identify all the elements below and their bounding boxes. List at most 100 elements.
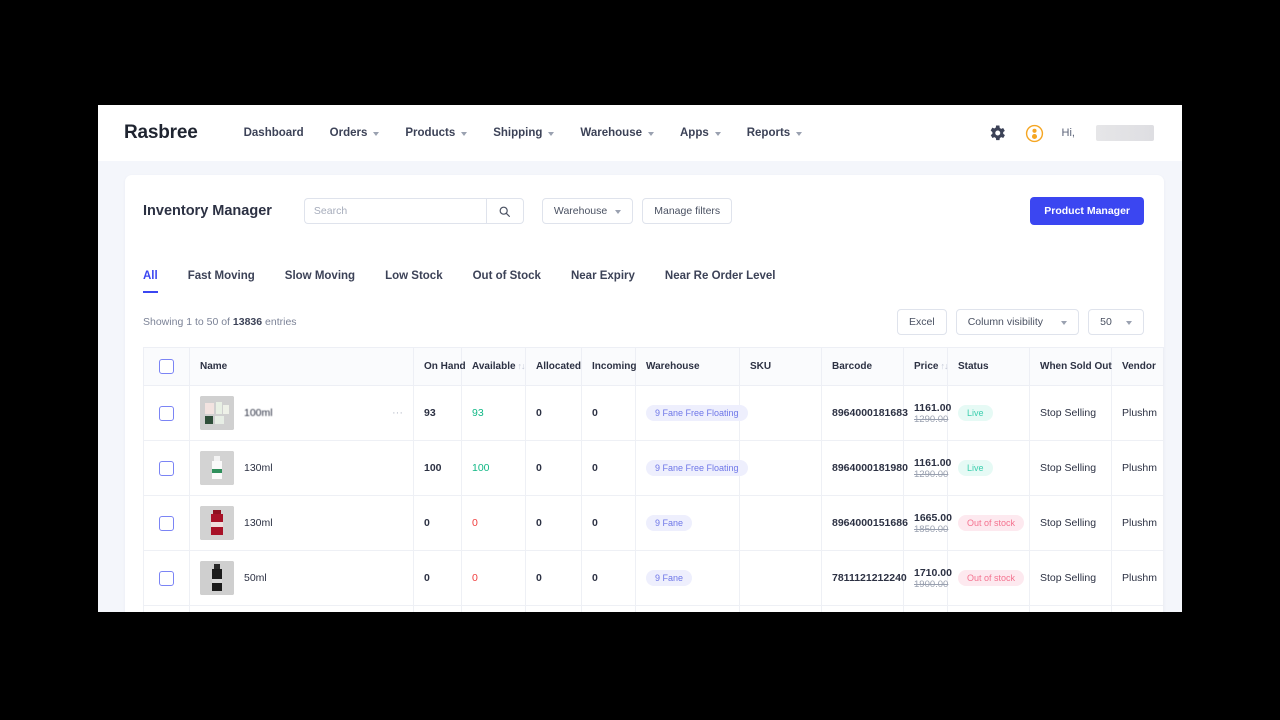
tab-out-of-stock[interactable]: Out of Stock — [473, 270, 541, 293]
price-cell: 1161.001290.00 — [904, 386, 948, 441]
nav-label: Products — [405, 127, 455, 139]
table-header: Name On Hand Available↑↓ Allocated Incom… — [144, 348, 1164, 386]
table-scroll-area[interactable]: Name On Hand Available↑↓ Allocated Incom… — [125, 347, 1164, 612]
tab-fast-moving[interactable]: Fast Moving — [188, 270, 255, 293]
table-row[interactable]: 130ml00009 Fane89640001516861665.001850.… — [144, 496, 1164, 551]
warehouse-filter-label: Warehouse — [554, 205, 607, 217]
manage-filters-label: Manage filters — [654, 205, 720, 217]
row-checkbox[interactable] — [159, 571, 174, 586]
tab-slow-moving[interactable]: Slow Moving — [285, 270, 355, 293]
product-name-stack: 100ml — [244, 407, 378, 419]
price-compare-at: 1850.00 — [914, 524, 937, 535]
warehouse-cell: 9 Fane Free Floating — [636, 606, 740, 613]
warehouse-filter-dropdown[interactable]: Warehouse — [542, 198, 633, 224]
warehouse-badge: 9 Fane — [646, 570, 692, 586]
header-available[interactable]: Available↑↓ — [462, 348, 526, 386]
warehouse-cell: 9 Fane — [636, 551, 740, 606]
sort-arrows-icon[interactable]: ↑↓ — [518, 361, 525, 371]
header-sku[interactable]: SKU — [740, 348, 822, 386]
nav-label: Shipping — [493, 127, 542, 139]
column-visibility-label: Column visibility — [968, 316, 1043, 328]
row-select-cell — [144, 441, 190, 496]
on-hand-cell: 0 — [414, 551, 462, 606]
price-cell: 1710.001900.00 — [904, 551, 948, 606]
price-cell: 1161.001290.00 — [904, 441, 948, 496]
chevron-down-icon — [373, 132, 379, 136]
incoming-cell: 0 — [582, 386, 636, 441]
status-cell: Live — [948, 441, 1030, 496]
vendor-cell: Plushm — [1112, 441, 1164, 496]
product-thumbnail — [200, 561, 234, 595]
price-cell: 1665.001850.00 — [904, 496, 948, 551]
product-manager-button[interactable]: Product Manager — [1030, 197, 1144, 225]
search-group — [304, 198, 524, 224]
allocated-cell: 0 — [526, 606, 582, 613]
product-name-stack: 50ml — [244, 572, 403, 584]
app-viewport: Rasbree Dashboard Orders Products Shippi… — [98, 105, 1182, 612]
tab-low-stock[interactable]: Low Stock — [385, 270, 443, 293]
page-size-select[interactable]: 50 — [1088, 309, 1144, 335]
header-vendor[interactable]: Vendor — [1112, 348, 1164, 386]
header-when-sold-out[interactable]: When Sold Out — [1030, 348, 1112, 386]
tab-all[interactable]: All — [143, 270, 158, 293]
row-checkbox[interactable] — [159, 461, 174, 476]
search-input[interactable] — [304, 198, 486, 224]
row-checkbox[interactable] — [159, 406, 174, 421]
header-name[interactable]: Name — [190, 348, 414, 386]
table-row[interactable]: 100ml···9393009 Fane Free Floating896400… — [144, 386, 1164, 441]
on-hand-cell: 0 — [414, 496, 462, 551]
price-current: 1161.00 — [914, 402, 937, 414]
when-sold-out-cell: Stop Selling — [1030, 551, 1112, 606]
allocated-cell: 0 — [526, 551, 582, 606]
tab-near-re-order-level[interactable]: Near Re Order Level — [665, 270, 776, 293]
table-row[interactable]: 130ml100100009 Fane Free Floating8964000… — [144, 606, 1164, 613]
row-select-cell — [144, 606, 190, 613]
product-variant-label: 130ml — [244, 462, 273, 474]
row-checkbox[interactable] — [159, 516, 174, 531]
barcode-cell: 8964000167892 — [822, 606, 904, 613]
user-name-redacted — [1096, 125, 1154, 141]
chevron-down-icon — [548, 132, 554, 136]
warehouse-cell: 9 Fane Free Floating — [636, 441, 740, 496]
column-visibility-dropdown[interactable]: Column visibility — [956, 309, 1079, 335]
brand-logo[interactable]: Rasbree — [124, 122, 198, 144]
row-select-cell — [144, 386, 190, 441]
tab-near-expiry[interactable]: Near Expiry — [571, 270, 635, 293]
status-cell: Live — [948, 606, 1030, 613]
table-row[interactable]: 50ml00009 Fane78111212122401710.001900.0… — [144, 551, 1164, 606]
nav-item-shipping[interactable]: Shipping — [493, 127, 554, 139]
gear-icon[interactable] — [987, 123, 1007, 143]
warehouse-badge: 9 Fane Free Floating — [646, 405, 748, 421]
incoming-cell: 0 — [582, 606, 636, 613]
header-barcode[interactable]: Barcode — [822, 348, 904, 386]
nav-item-products[interactable]: Products — [405, 127, 467, 139]
header-incoming[interactable]: Incoming — [582, 348, 636, 386]
header-status[interactable]: Status — [948, 348, 1030, 386]
nav-item-apps[interactable]: Apps — [680, 127, 721, 139]
greeting-text: Hi, — [1062, 127, 1075, 139]
nav-label: Apps — [680, 127, 709, 139]
select-all-checkbox[interactable] — [159, 359, 174, 374]
on-hand-cell: 100 — [414, 441, 462, 496]
nav-item-warehouse[interactable]: Warehouse — [580, 127, 654, 139]
nav-item-reports[interactable]: Reports — [747, 127, 802, 139]
product-variant-label: 50ml — [244, 572, 267, 584]
sort-arrows-icon[interactable]: ↑↓ — [940, 361, 947, 371]
nav-item-dashboard[interactable]: Dashboard — [244, 127, 304, 139]
table-row[interactable]: 130ml100100009 Fane Free Floating8964000… — [144, 441, 1164, 496]
user-badge-icon[interactable] — [1025, 124, 1044, 143]
excel-export-button[interactable]: Excel — [897, 309, 947, 335]
header-allocated[interactable]: Allocated — [526, 348, 582, 386]
header-price[interactable]: Price↑↓ — [904, 348, 948, 386]
entries-prefix: Showing 1 to 50 of — [143, 316, 233, 328]
header-on-hand[interactable]: On Hand — [414, 348, 462, 386]
page-title: Inventory Manager — [143, 203, 272, 219]
main-nav: Dashboard Orders Products Shipping Wareh… — [244, 127, 803, 139]
sku-cell — [740, 441, 822, 496]
nav-item-orders[interactable]: Orders — [330, 127, 380, 139]
top-navbar: Rasbree Dashboard Orders Products Shippi… — [98, 105, 1182, 161]
header-warehouse[interactable]: Warehouse — [636, 348, 740, 386]
manage-filters-button[interactable]: Manage filters — [642, 198, 732, 224]
search-button[interactable] — [486, 198, 524, 224]
chevron-down-icon — [796, 132, 802, 136]
